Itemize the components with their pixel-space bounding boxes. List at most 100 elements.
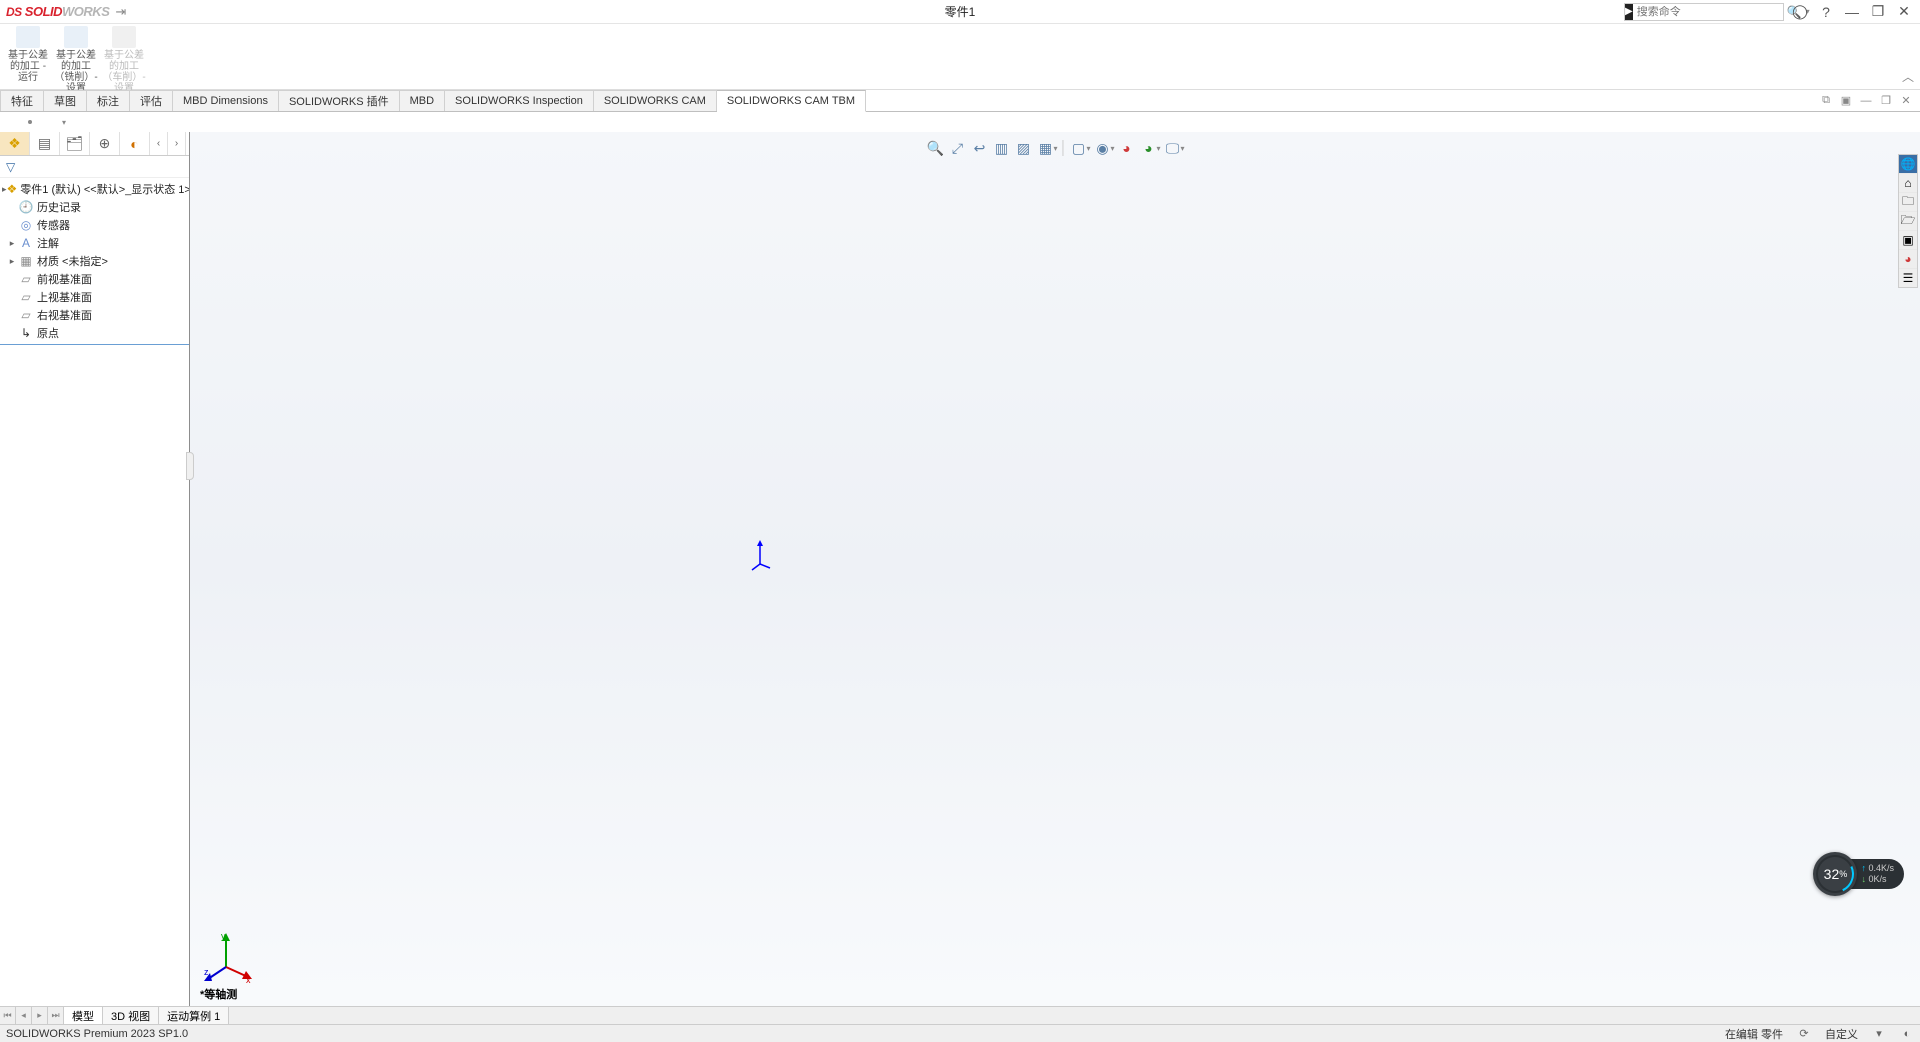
design-library-icon[interactable]: 🗀 (1899, 193, 1917, 211)
chevron-down-icon[interactable]: ▾ (1181, 144, 1185, 153)
bottom-tab-model[interactable]: 模型 (64, 1007, 103, 1024)
minimize-button[interactable]: — (1842, 2, 1862, 22)
tree-annotations[interactable]: ▸ A 注解 (0, 234, 189, 252)
feature-tree: ▸ ❖ 零件1 (默认) <<默认>_显示状态 1> 🕘 历史记录 ◎ 传感器 … (0, 178, 189, 1006)
appearances-icon[interactable]: ◕ (1899, 250, 1917, 268)
tab-first-icon[interactable]: ⏮ (0, 1007, 16, 1024)
tree-filter[interactable]: ▽ (0, 156, 189, 178)
tree-front-plane[interactable]: ▱ 前视基准面 (0, 270, 189, 288)
zoom-area-icon[interactable]: ⤢ (947, 138, 967, 158)
upload-unit: K/s (1881, 863, 1894, 873)
tab-sw-inspection[interactable]: SOLIDWORKS Inspection (445, 90, 594, 111)
ribbon-tbm-run[interactable]: 基于公差的加工 - 运行 (4, 26, 52, 83)
tree-top-plane[interactable]: ▱ 上视基准面 (0, 288, 189, 306)
tab-sketch[interactable]: 草图 (44, 90, 87, 111)
view-palette-icon[interactable]: ▣ (1899, 231, 1917, 249)
graphics-area[interactable]: 🔍 ⤢ ↩ ▥ ▨ ▦▾ ▢▾ ◉▾ ◕ ◕▾ 🖵▾ 🌐 ⌂ 🗀 🗁 ▣ ◕ ☰ (190, 132, 1920, 1006)
view-orientation-icon[interactable]: ▦ (1035, 138, 1055, 158)
ribbon-tbm-mill-settings[interactable]: 基于公差的加工（铣削）- 设置 (52, 26, 100, 94)
hide-show-icon[interactable]: ◉ (1092, 138, 1112, 158)
rollback-bar[interactable] (0, 344, 189, 345)
doc-close-icon[interactable]: ✕ (1898, 93, 1914, 109)
chevron-down-icon[interactable]: ▾ (1053, 144, 1057, 153)
reference-triad[interactable]: y x z (204, 933, 254, 986)
file-explorer-icon[interactable]: 🗁 (1899, 212, 1917, 230)
task-pane-bar: 🌐 ⌂ 🗀 🗁 ▣ ◕ ☰ (1898, 154, 1918, 288)
tree-origin[interactable]: ↳ 原点 (0, 324, 189, 342)
ribbon: 基于公差的加工 - 运行 基于公差的加工（铣削）- 设置 基于公差的加工（车削）… (0, 24, 1920, 90)
tab-features[interactable]: 特征 (0, 90, 44, 111)
tree-label: 右视基准面 (37, 307, 92, 323)
display-manager-tab[interactable]: ◐ (120, 132, 150, 155)
section-view-icon[interactable]: ▥ (991, 138, 1011, 158)
manager-overflow-left[interactable]: ‹ (150, 132, 168, 155)
document-title: 零件1 (945, 3, 976, 20)
bottom-tab-3dviews[interactable]: 3D 视图 (103, 1007, 159, 1024)
gear-icon (64, 26, 88, 48)
ribbon-label: 基于公差的加工（铣削）- 设置 (54, 50, 98, 94)
help-icon[interactable]: ? (1816, 2, 1836, 22)
doc-maximize-icon[interactable]: ❐ (1878, 93, 1894, 109)
command-search[interactable]: ▶ 🔍 ▾ (1624, 3, 1784, 21)
status-settings-icon[interactable]: ◐ (1900, 1027, 1914, 1041)
edit-appearance-icon[interactable]: ◕ (1117, 138, 1137, 158)
sensor-icon: ◎ (18, 217, 34, 233)
zoom-fit-icon[interactable]: 🔍 (925, 138, 945, 158)
doc-newwindow-icon[interactable]: ▣ (1838, 93, 1854, 109)
doc-minimize-icon[interactable]: — (1858, 93, 1874, 109)
tree-root[interactable]: ▸ ❖ 零件1 (默认) <<默认>_显示状态 1> (0, 180, 189, 198)
tree-material[interactable]: ▸ ▦ 材质 <未指定> (0, 252, 189, 270)
performance-widget[interactable]: 32% ↑ 0.4K/s ↓ 0K/s (1813, 852, 1904, 896)
tab-sw-addins[interactable]: SOLIDWORKS 插件 (279, 90, 400, 111)
custom-props-icon[interactable]: ☰ (1899, 269, 1917, 287)
property-manager-tab[interactable]: ▤ (30, 132, 60, 155)
tree-history[interactable]: 🕘 历史记录 (0, 198, 189, 216)
chevron-down-icon[interactable]: ▾ (1086, 144, 1090, 153)
ribbon-expand-icon[interactable]: ︿ (1902, 68, 1914, 85)
tree-right-plane[interactable]: ▱ 右视基准面 (0, 306, 189, 324)
configuration-manager-tab[interactable]: 🗂 (60, 132, 90, 155)
chevron-down-icon[interactable]: ▾ (1110, 144, 1114, 153)
tab-mbd[interactable]: MBD (400, 90, 445, 111)
view-settings-icon[interactable]: 🖵 (1163, 138, 1183, 158)
command-search-input[interactable] (1633, 6, 1783, 18)
restore-button[interactable]: ❐ (1868, 2, 1888, 22)
expand-icon[interactable]: ▸ (6, 238, 18, 249)
tree-label: 注解 (37, 235, 59, 251)
tab-sw-cam-tbm[interactable]: SOLIDWORKS CAM TBM (717, 90, 866, 112)
dimxpert-manager-tab[interactable]: ⊕ (90, 132, 120, 155)
panel-splitter-handle[interactable] (186, 452, 194, 480)
tab-mbd-dimensions[interactable]: MBD Dimensions (173, 90, 279, 111)
bottom-tab-motion-study-1[interactable]: 运动算例 1 (159, 1007, 229, 1024)
chevron-down-icon[interactable]: ▾ (1157, 144, 1161, 153)
apply-scene-icon[interactable]: ◕ (1139, 138, 1159, 158)
close-button[interactable]: ✕ (1894, 2, 1914, 22)
display-style-icon[interactable]: ▢ (1068, 138, 1088, 158)
expand-icon[interactable]: ▸ (6, 256, 18, 267)
status-dropdown-icon[interactable]: ▾ (1872, 1027, 1886, 1041)
tree-label: 传感器 (37, 217, 70, 233)
brand-works: WORKS (62, 4, 109, 19)
user-icon[interactable]: ◯ (1790, 2, 1810, 22)
tab-annotations[interactable]: 标注 (87, 90, 130, 111)
doc-popout-icon[interactable]: ⧉ (1818, 93, 1834, 109)
quick-dropdown-icon[interactable]: ▾ (56, 114, 72, 130)
tab-sw-cam[interactable]: SOLIDWORKS CAM (594, 90, 717, 111)
feature-manager-tab[interactable]: ❖ (0, 132, 30, 155)
dynamic-section-icon[interactable]: ▨ (1013, 138, 1033, 158)
pin-icon[interactable]: ⇥ (115, 4, 126, 20)
tree-sensors[interactable]: ◎ 传感器 (0, 216, 189, 234)
home-icon[interactable]: ⌂ (1899, 174, 1917, 192)
previous-view-icon[interactable]: ↩ (969, 138, 989, 158)
tab-evaluate[interactable]: 评估 (130, 90, 173, 111)
tab-last-icon[interactable]: ⏭ (48, 1007, 64, 1024)
status-rebuild-icon[interactable]: ⟳ (1797, 1027, 1811, 1041)
sw-resources-icon[interactable]: 🌐 (1899, 155, 1917, 173)
tab-prev-icon[interactable]: ◂ (16, 1007, 32, 1024)
upload-value: 0.4 (1868, 863, 1881, 873)
tab-next-icon[interactable]: ▸ (32, 1007, 48, 1024)
status-custom[interactable]: 自定义 (1825, 1026, 1858, 1042)
history-icon: 🕘 (18, 199, 34, 215)
manager-overflow-right[interactable]: › (168, 132, 186, 155)
command-search-icon: ▶ (1625, 4, 1633, 20)
